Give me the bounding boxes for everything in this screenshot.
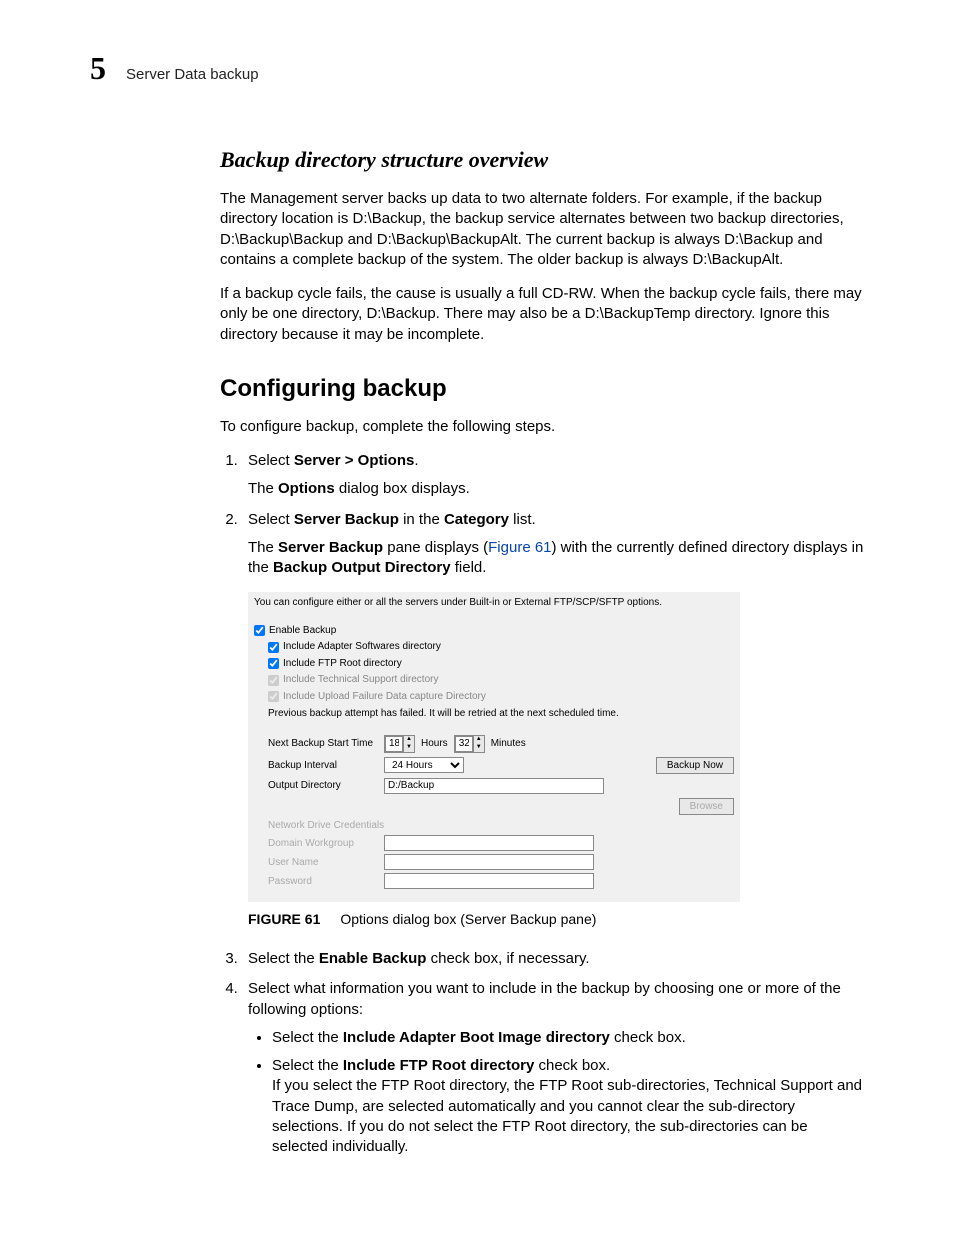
- section-heading-overview: Backup directory structure overview: [220, 147, 864, 173]
- section-heading-configuring: Configuring backup: [220, 375, 864, 403]
- enable-backup-checkbox[interactable]: Enable Backup: [254, 624, 734, 638]
- interval-label: Backup Interval: [268, 759, 378, 773]
- options-dialog-figure: You can configure either or all the serv…: [248, 592, 740, 902]
- backup-now-button[interactable]: Backup Now: [656, 757, 734, 774]
- step-text: .: [414, 452, 418, 469]
- chevron-down-icon[interactable]: ▼: [474, 744, 484, 752]
- checkbox-label: Include Upload Failure Data capture Dire…: [283, 690, 486, 704]
- minutes-spinner[interactable]: ▲▼: [454, 735, 485, 753]
- browse-button: Browse: [679, 798, 734, 815]
- bullet-item: Select the Include FTP Root directory ch…: [272, 1056, 864, 1157]
- credentials-header: Network Drive Credentials: [268, 819, 384, 833]
- backup-interval-row: Backup Interval 24 Hours Backup Now: [268, 757, 734, 774]
- step-1: Select Server > Options. The Options dia…: [242, 451, 864, 500]
- checkbox-icon[interactable]: [254, 625, 265, 636]
- step-text: Select: [248, 511, 294, 528]
- figure-title: Options dialog box (Server Backup pane): [340, 911, 596, 927]
- domain-row: Domain Workgroup: [268, 835, 734, 851]
- password-input: [384, 873, 594, 889]
- chevron-up-icon[interactable]: ▲: [474, 736, 484, 744]
- step-text: in the: [399, 511, 444, 528]
- step-text: Select what information you want to incl…: [248, 980, 841, 1017]
- password-label: Password: [268, 875, 378, 889]
- output-dir-label: Output Directory: [268, 779, 378, 793]
- term: Server Backup: [294, 511, 399, 528]
- backup-status-message: Previous backup attempt has failed. It w…: [268, 707, 734, 721]
- step-text: Select the: [248, 950, 319, 967]
- include-tech-support-checkbox: Include Technical Support directory: [268, 673, 734, 687]
- include-adapter-checkbox[interactable]: Include Adapter Softwares directory: [268, 640, 734, 654]
- figure-number: FIGURE 61: [248, 911, 320, 927]
- minutes-input[interactable]: [455, 736, 473, 752]
- output-dir-input[interactable]: [384, 778, 604, 794]
- include-ftp-root-checkbox[interactable]: Include FTP Root directory: [268, 657, 734, 671]
- step-sub: The Server Backup pane displays (Figure …: [248, 538, 864, 579]
- spinner-arrows[interactable]: ▲▼: [403, 736, 414, 752]
- chapter-number: 5: [90, 50, 106, 87]
- bullet-item: Select the Include Adapter Boot Image di…: [272, 1028, 864, 1048]
- checkbox-label: Include Technical Support directory: [283, 673, 438, 687]
- username-row: User Name: [268, 854, 734, 870]
- browse-row: Browse: [268, 798, 734, 815]
- hours-input[interactable]: [385, 736, 403, 752]
- minutes-unit: Minutes: [491, 737, 526, 751]
- figure-link[interactable]: Figure 61: [488, 539, 551, 556]
- hours-unit: Hours: [421, 737, 448, 751]
- include-upload-failure-checkbox: Include Upload Failure Data capture Dire…: [268, 690, 734, 704]
- steps-list: Select Server > Options. The Options dia…: [220, 451, 864, 1157]
- step-sub: The Options dialog box displays.: [248, 479, 864, 499]
- bullet-list: Select the Include Adapter Boot Image di…: [248, 1028, 864, 1158]
- password-row: Password: [268, 873, 734, 889]
- checkbox-icon: [268, 691, 279, 702]
- hours-spinner[interactable]: ▲▼: [384, 735, 415, 753]
- checkbox-icon: [268, 675, 279, 686]
- paragraph: To configure backup, complete the follow…: [220, 417, 864, 437]
- interval-select[interactable]: 24 Hours: [384, 757, 464, 773]
- chevron-up-icon[interactable]: ▲: [404, 736, 414, 744]
- chevron-down-icon[interactable]: ▼: [404, 744, 414, 752]
- checkbox-icon[interactable]: [268, 658, 279, 669]
- running-header: Server Data backup: [126, 66, 259, 83]
- step-2: Select Server Backup in the Category lis…: [242, 510, 864, 930]
- output-directory-row: Output Directory: [268, 778, 734, 794]
- username-label: User Name: [268, 856, 378, 870]
- username-input: [384, 854, 594, 870]
- dialog-intro-text: You can configure either or all the serv…: [254, 596, 734, 610]
- paragraph: If a backup cycle fails, the cause is us…: [220, 284, 864, 345]
- next-backup-row: Next Backup Start Time ▲▼ Hours ▲▼ Minut…: [268, 735, 734, 753]
- step-4: Select what information you want to incl…: [242, 979, 864, 1157]
- checkbox-icon[interactable]: [268, 642, 279, 653]
- page-header: 5 Server Data backup: [90, 50, 864, 87]
- next-backup-label: Next Backup Start Time: [268, 737, 378, 751]
- figure-caption: FIGURE 61 Options dialog box (Server Back…: [248, 910, 864, 929]
- checkbox-label: Enable Backup: [269, 624, 336, 638]
- term: Category: [444, 511, 509, 528]
- checkbox-label: Include Adapter Softwares directory: [283, 640, 441, 654]
- step-text: Select: [248, 452, 294, 469]
- step-text: check box, if necessary.: [426, 950, 589, 967]
- spinner-arrows[interactable]: ▲▼: [473, 736, 484, 752]
- step-text: list.: [509, 511, 536, 528]
- checkbox-label: Include FTP Root directory: [283, 657, 402, 671]
- step-3: Select the Enable Backup check box, if n…: [242, 949, 864, 969]
- domain-input: [384, 835, 594, 851]
- credentials-header-row: Network Drive Credentials: [268, 819, 734, 833]
- paragraph: The Management server backs up data to t…: [220, 189, 864, 270]
- term: Enable Backup: [319, 950, 427, 967]
- bullet-sub: If you select the FTP Root directory, th…: [272, 1076, 864, 1157]
- domain-label: Domain Workgroup: [268, 837, 378, 851]
- menu-path: Server > Options: [294, 452, 414, 469]
